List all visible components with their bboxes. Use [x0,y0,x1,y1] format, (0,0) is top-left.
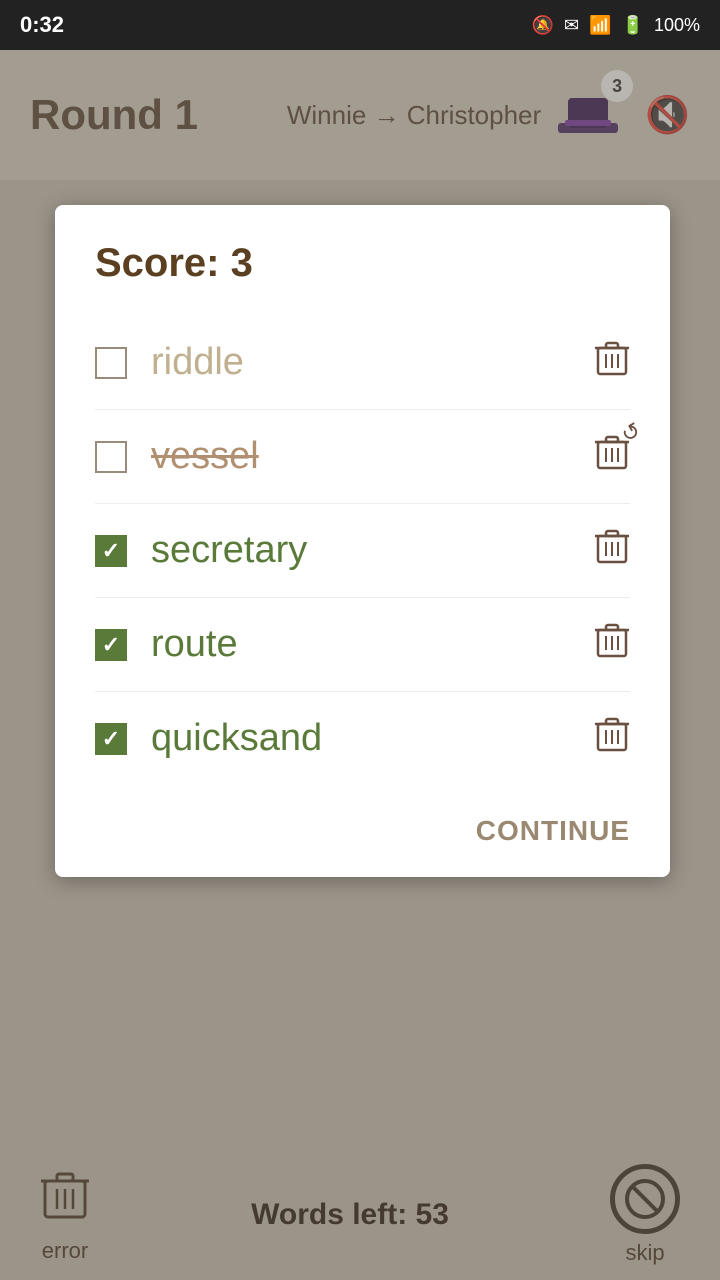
word-left-vessel: vessel [95,435,259,478]
trash-icon-vessel[interactable]: ↺ [594,432,630,481]
list-item: vessel ↺ [95,410,630,504]
checkmark-quicksand: ✓ [102,726,120,752]
battery-text: 100% [654,15,700,36]
word-left-secretary: ✓ secretary [95,529,307,572]
status-time: 0:32 [20,12,64,38]
trash-svg-quicksand [594,714,630,754]
list-item: riddle [95,316,630,410]
trash-icon-route[interactable] [594,620,630,669]
checkbox-vessel[interactable] [95,441,127,473]
score-modal: Score: 3 riddle [55,205,670,877]
trash-with-arrow-vessel: ↺ [594,432,630,481]
checkbox-secretary[interactable]: ✓ [95,535,127,567]
list-item: ✓ secretary [95,504,630,598]
word-text-secretary: secretary [151,529,307,572]
checkbox-quicksand[interactable]: ✓ [95,723,127,755]
score-title: Score: 3 [95,241,630,286]
word-text-route: route [151,623,238,666]
trash-icon-riddle[interactable] [594,338,630,387]
word-text-vessel: vessel [151,435,259,478]
battery-icon: 🔋 [622,15,644,36]
word-left-riddle: riddle [95,341,244,384]
word-text-quicksand: quicksand [151,717,322,760]
continue-button-container: CONTINUE [95,805,630,847]
checkmark-route: ✓ [102,632,120,658]
checkbox-riddle[interactable] [95,347,127,379]
status-icons: 🔕 ✉ 📶 🔋 100% [532,15,700,36]
word-left-quicksand: ✓ quicksand [95,717,322,760]
status-bar: 0:32 🔕 ✉ 📶 🔋 100% [0,0,720,50]
trash-svg-secretary [594,526,630,566]
word-left-route: ✓ route [95,623,238,666]
trash-svg-route [594,620,630,660]
wifi-icon: 📶 [589,15,611,36]
word-list: riddle vessel [95,316,630,785]
continue-button[interactable]: CONTINUE [476,815,630,846]
trash-icon-quicksand[interactable] [594,714,630,763]
sim-icon: ✉ [564,15,579,36]
notification-icon: 🔕 [532,15,554,36]
checkmark-secretary: ✓ [102,538,120,564]
list-item: ✓ route [95,598,630,692]
checkbox-route[interactable]: ✓ [95,629,127,661]
list-item: ✓ quicksand [95,692,630,785]
trash-svg-riddle [594,338,630,378]
trash-icon-secretary[interactable] [594,526,630,575]
word-text-riddle: riddle [151,341,244,384]
background-app: Round 1 Winnie → Christopher 3 🔇 Score: … [0,50,720,1280]
